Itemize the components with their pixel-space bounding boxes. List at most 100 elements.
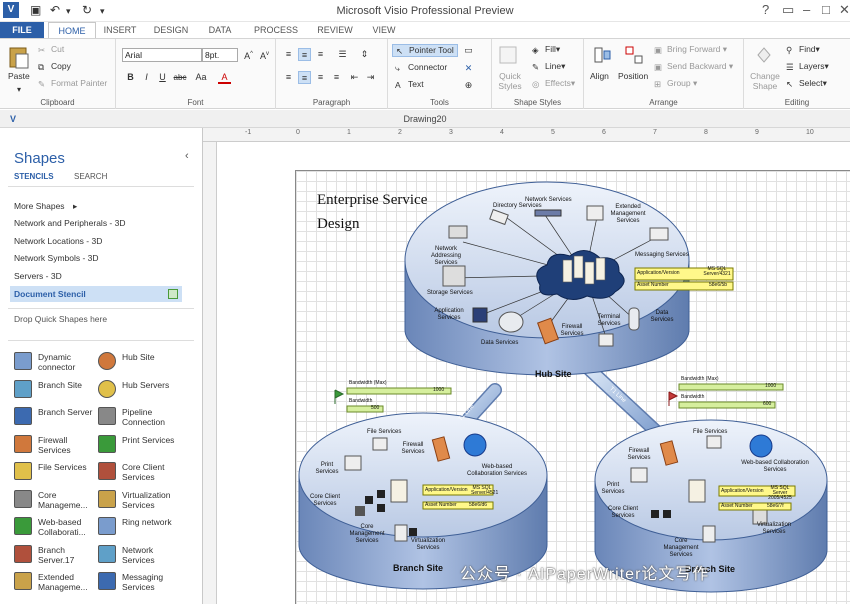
change-case-button[interactable]: Aa: [192, 71, 210, 84]
increase-indent-icon[interactable]: ⇥: [364, 71, 377, 84]
branch-site-left-label[interactable]: Branch Site: [393, 564, 443, 573]
paste-icon[interactable]: [8, 45, 30, 69]
text-direction-icon[interactable]: ⇕: [358, 48, 371, 61]
diagram-title[interactable]: Enterprise Service Design: [317, 188, 467, 236]
quick-styles-icon[interactable]: [498, 45, 518, 65]
stencil-shape-item[interactable]: Firewall Services: [14, 434, 98, 457]
quick-styles-button[interactable]: Quick Styles: [496, 71, 524, 91]
stencil-shape-item[interactable]: Core Manageme...: [14, 489, 98, 512]
close-icon[interactable]: ✕: [839, 2, 850, 18]
position-icon[interactable]: [624, 45, 644, 65]
rectangle-icon[interactable]: ▭: [462, 44, 475, 57]
stencil-shape-item[interactable]: Branch Site: [14, 379, 98, 402]
close-x-icon[interactable]: ✕: [462, 62, 475, 75]
line-button[interactable]: ✎ Line▾: [532, 61, 565, 72]
align-button[interactable]: Align: [590, 71, 609, 81]
cut-button[interactable]: ✂ Cut: [38, 44, 64, 55]
italic-button[interactable]: I: [140, 71, 153, 84]
stencil-shape-item[interactable]: Extended Manageme...: [14, 572, 98, 594]
stencil-document[interactable]: Document Stencil: [10, 286, 182, 302]
grow-font-icon[interactable]: A^: [242, 48, 255, 61]
stencil-shape-item[interactable]: Print Services: [98, 434, 182, 457]
align-shapes-icon[interactable]: [592, 45, 612, 65]
group-button[interactable]: ⊞ Group ▾: [654, 78, 697, 89]
stencil-shape-item[interactable]: Dynamic connector: [14, 352, 98, 374]
copy-button[interactable]: ⧉ Copy: [38, 61, 71, 72]
tab-data[interactable]: DATA: [200, 22, 240, 38]
justify-icon[interactable]: ≡: [330, 71, 343, 84]
stencil-shape-item[interactable]: Web-based Collaborati...: [14, 517, 98, 539]
stencil-shape-item[interactable]: Hub Servers: [98, 379, 182, 402]
tab-review[interactable]: REVIEW: [312, 22, 358, 38]
br-asset-value: 58e6/7f: [767, 503, 784, 509]
position-button[interactable]: Position: [618, 71, 648, 81]
tab-process[interactable]: PROCESS: [250, 22, 302, 38]
change-shape-icon[interactable]: [754, 45, 774, 65]
find-button[interactable]: ⚲ Find▾: [786, 44, 820, 55]
stencil-shape-item[interactable]: Pipeline Connection: [98, 407, 182, 429]
stencil-shape-item[interactable]: Ring network: [98, 517, 182, 539]
stencil-shape-item[interactable]: Virtualization Services: [98, 489, 182, 512]
change-shape-button[interactable]: Change Shape: [748, 71, 782, 91]
stencil-shape-item[interactable]: Network Services: [98, 544, 182, 567]
document-title-bar: V Drawing20: [0, 110, 850, 128]
stencil-network-locations[interactable]: Network Locations - 3D: [14, 236, 102, 246]
collapse-pane-icon[interactable]: ‹: [185, 150, 189, 162]
align-top-icon[interactable]: ≡: [282, 48, 295, 61]
format-painter-button[interactable]: ✎ Format Painter: [38, 78, 107, 89]
stencil-shape-item[interactable]: Branch Server: [14, 407, 98, 429]
group-icon: ⊞: [654, 79, 662, 89]
paste-button[interactable]: Paste: [8, 71, 30, 81]
pointer-tool-button[interactable]: ↖ Pointer Tool: [392, 44, 458, 57]
select-button[interactable]: ↖ Select▾: [786, 78, 827, 89]
shrink-font-icon[interactable]: Av: [258, 48, 271, 61]
tab-view[interactable]: VIEW: [366, 22, 402, 38]
tab-stencils[interactable]: STENCILS: [14, 172, 54, 181]
maximize-icon[interactable]: □: [822, 2, 830, 17]
align-bottom-icon[interactable]: ≡: [314, 48, 327, 61]
tab-design[interactable]: DESIGN: [148, 22, 194, 38]
more-shapes-item[interactable]: More Shapes ▸: [14, 201, 77, 212]
ribbon-display-icon[interactable]: ▭: [782, 2, 794, 18]
bold-button[interactable]: B: [124, 71, 137, 84]
font-group: Arial 8pt. A^ Av B I U abc Aa A Font: [116, 39, 276, 109]
fill-button[interactable]: ◈ Fill▾: [532, 44, 560, 55]
stencil-shape-item[interactable]: Core Client Services: [98, 462, 182, 484]
stencil-servers[interactable]: Servers - 3D: [14, 271, 62, 281]
help-icon[interactable]: ?: [762, 2, 769, 17]
underline-button[interactable]: U: [156, 71, 169, 84]
align-right-icon[interactable]: ≡: [314, 71, 327, 84]
stencil-network-peripherals[interactable]: Network and Peripherals - 3D: [14, 218, 126, 228]
stencil-shape-item[interactable]: Messaging Services: [98, 572, 182, 594]
font-color-button[interactable]: A: [218, 71, 231, 84]
bw-label-right: Bandwidth: [681, 394, 705, 400]
layers-button[interactable]: ☰ Layers▾: [786, 61, 829, 72]
bring-forward-button[interactable]: ▣ Bring Forward ▾: [654, 44, 727, 55]
bw-bar-right[interactable]: [678, 401, 776, 409]
tab-file[interactable]: FILE: [0, 22, 44, 38]
bullets-icon[interactable]: ☰: [336, 48, 349, 61]
stencil-save-icon[interactable]: [168, 289, 178, 299]
align-center-icon[interactable]: ≡: [298, 71, 311, 84]
connector-button[interactable]: ⤷ Connector: [395, 62, 447, 73]
effects-button[interactable]: ◎ Effects▾: [532, 78, 575, 89]
decrease-indent-icon[interactable]: ⇤: [348, 71, 361, 84]
align-left-icon[interactable]: ≡: [282, 71, 295, 84]
stencil-shape-item[interactable]: Hub Site: [98, 352, 182, 374]
minimize-icon[interactable]: –: [803, 2, 810, 17]
stencil-shape-item[interactable]: File Services: [14, 462, 98, 484]
tab-home[interactable]: HOME: [48, 22, 96, 38]
tab-insert[interactable]: INSERT: [98, 22, 142, 38]
text-tool-button[interactable]: A Text: [395, 79, 424, 90]
hub-site-label[interactable]: Hub Site: [535, 370, 572, 379]
stencil-shape-item[interactable]: Branch Server.17: [14, 544, 98, 567]
stencil-network-symbols[interactable]: Network Symbols - 3D: [14, 253, 99, 263]
tab-search[interactable]: SEARCH: [74, 172, 107, 181]
paste-dropdown-icon[interactable]: ▾: [17, 85, 21, 94]
font-size-select[interactable]: 8pt.: [202, 48, 238, 62]
send-backward-button[interactable]: ▣ Send Backward ▾: [654, 61, 733, 72]
align-middle-icon[interactable]: ≡: [298, 48, 311, 61]
strikethrough-button[interactable]: abc: [172, 71, 188, 84]
connection-point-icon[interactable]: ⊕: [462, 79, 475, 92]
font-family-select[interactable]: Arial: [122, 48, 202, 62]
